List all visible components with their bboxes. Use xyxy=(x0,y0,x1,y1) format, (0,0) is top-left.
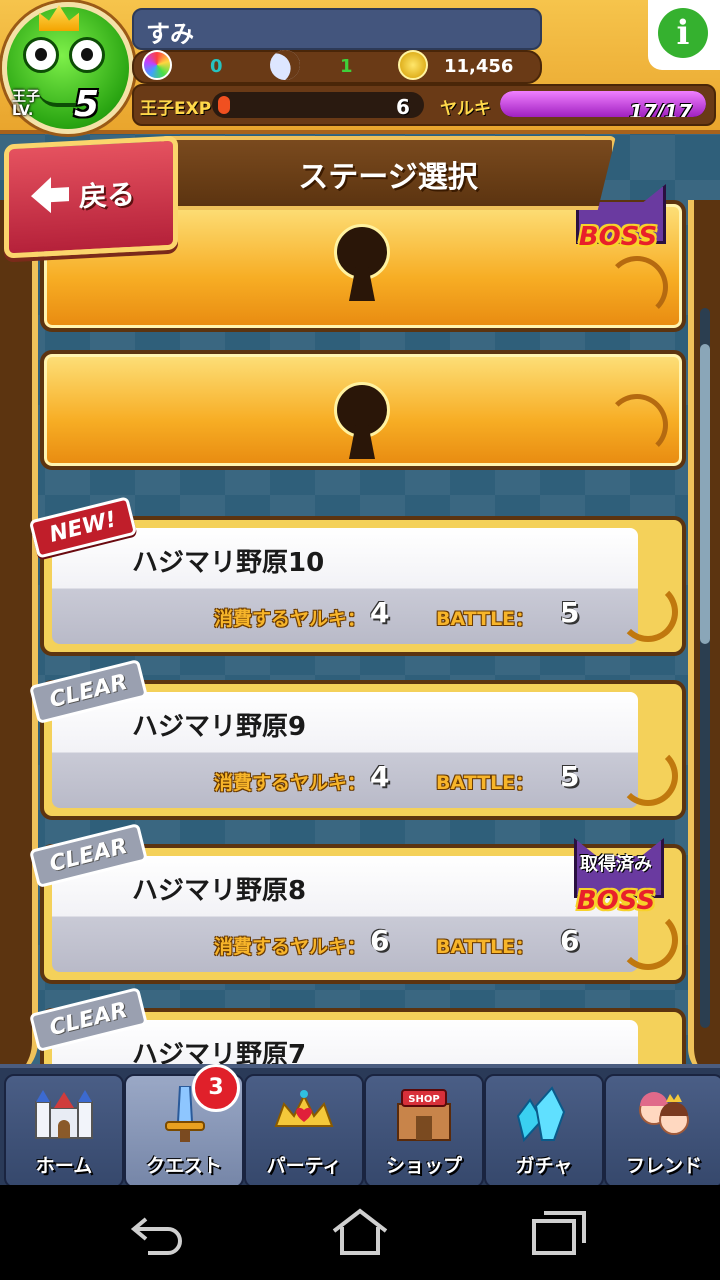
nav-gacha[interactable]: ガチャ xyxy=(484,1074,604,1185)
boss-obtained-badge: 取得済み BOSS xyxy=(562,838,670,922)
moon-count: 1 xyxy=(340,56,353,77)
rainbow-gem-count: 0 xyxy=(210,56,223,77)
cost-label: 消費するヤルキ： xyxy=(214,608,367,630)
crown-icon xyxy=(39,5,79,31)
keyhole-icon xyxy=(334,382,390,438)
cost-value: 6 xyxy=(370,924,390,957)
yaruki-track: 17/17 xyxy=(500,91,706,117)
exp-track xyxy=(212,92,424,118)
arrow-left-icon xyxy=(31,177,51,215)
ornament-swirl xyxy=(606,394,668,456)
nav-party[interactable]: パーティ xyxy=(244,1074,364,1185)
battle-label: BATTLE： xyxy=(436,608,535,630)
boss-obtained-label: 取得済み xyxy=(580,854,652,875)
info-button[interactable]: i xyxy=(648,0,720,70)
player-name-bar: すみ xyxy=(132,8,542,50)
scrollbar[interactable] xyxy=(700,308,710,1028)
boss-word: BOSS xyxy=(576,886,656,916)
locked-stage[interactable] xyxy=(40,350,686,470)
rainbow-gem-icon xyxy=(142,50,172,80)
recents-icon[interactable] xyxy=(528,1207,592,1257)
stage-name: ハジマリ野原8 xyxy=(132,876,307,906)
back-icon[interactable] xyxy=(128,1207,192,1257)
nav-friend-label: フレンド xyxy=(625,1155,702,1177)
nav-shop[interactable]: SHOP ショップ xyxy=(364,1074,484,1185)
info-icon: i xyxy=(658,8,708,58)
nav-shop-label: ショップ xyxy=(385,1155,462,1177)
yaruki-label: ヤルキ xyxy=(440,99,491,119)
shop-icon: SHOP xyxy=(397,1089,451,1141)
quest-badge: 3 xyxy=(192,1064,240,1112)
level-display: 王子 LV. 5 xyxy=(4,84,108,125)
stage-item[interactable]: ハジマリ野原10 消費するヤルキ： 4 BATTLE： 5 NEW! xyxy=(28,496,686,656)
exp-value: 6 xyxy=(396,95,410,119)
exp-yaruki-bar: 王子EXP 6 ヤルキ 17/17 xyxy=(132,84,716,126)
cost-label: 消費するヤルキ： xyxy=(214,772,367,794)
boss-word: BOSS xyxy=(578,222,658,252)
battle-label: BATTLE： xyxy=(436,936,535,958)
friends-icon xyxy=(639,1092,689,1135)
battle-value: 5 xyxy=(560,760,580,793)
level-value: 5 xyxy=(74,84,100,125)
frog-eye-right xyxy=(69,37,105,73)
nav-home-label: ホーム xyxy=(35,1155,93,1177)
nav-quest[interactable]: 3 クエスト xyxy=(124,1064,244,1185)
cost-value: 4 xyxy=(370,760,390,793)
stage-item[interactable]: ハジマリ野原9 消費するヤルキ： 4 BATTLE： 5 CLEAR xyxy=(28,658,686,820)
stage-name: ハジマリ野原9 xyxy=(132,712,307,742)
player-name: すみ xyxy=(146,20,194,48)
back-label: 戻る xyxy=(79,177,136,214)
nav-home[interactable]: ホーム xyxy=(4,1074,124,1185)
coin-count: 11,456 xyxy=(444,56,514,77)
exp-fill xyxy=(218,96,230,114)
tiara-icon xyxy=(274,1090,334,1127)
level-label: 王子 LV. xyxy=(12,89,40,119)
stage-item[interactable]: ハジマリ野原8 消費するヤルキ： 6 BATTLE： 6 CLEAR 取得済み … xyxy=(28,822,686,984)
battle-label: BATTLE： xyxy=(436,772,535,794)
crystal-icon xyxy=(516,1086,566,1143)
coin-icon xyxy=(398,50,428,80)
scrollbar-thumb[interactable] xyxy=(700,344,710,644)
nav-party-label: パーティ xyxy=(266,1155,342,1177)
nav-friend[interactable]: フレンド xyxy=(604,1074,720,1185)
system-nav-bar xyxy=(0,1185,720,1280)
nav-gacha-label: ガチャ xyxy=(515,1155,573,1177)
castle-icon xyxy=(35,1090,93,1139)
stage-name: ハジマリ野原10 xyxy=(132,548,325,578)
cost-value: 4 xyxy=(370,596,390,629)
ornament-swirl xyxy=(618,582,678,642)
page-title: ステージ選択 xyxy=(298,160,478,195)
moon-icon xyxy=(265,45,305,85)
page-title-bar: ステージ選択 xyxy=(160,136,616,210)
ornament-swirl xyxy=(618,746,678,806)
nav-quest-label: クエスト xyxy=(145,1155,222,1177)
shop-sign: SHOP xyxy=(408,1094,439,1105)
back-button[interactable]: 戻る xyxy=(4,135,178,259)
bottom-nav: ホーム 3 クエスト パーティ SHOP ショップ ガチャ フレンド xyxy=(0,1064,720,1185)
frame-left xyxy=(0,200,38,1080)
home-icon[interactable] xyxy=(328,1207,392,1257)
keyhole-icon xyxy=(334,224,390,280)
cost-label: 消費するヤルキ： xyxy=(214,936,367,958)
status-header: 王子 LV. 5 すみ 0 1 11,456 王子EXP 6 ヤルキ 17/17 xyxy=(0,0,720,134)
resource-bar: 0 1 11,456 xyxy=(132,45,542,85)
yaruki-value: 17/17 xyxy=(629,100,692,117)
app-screen: 王子 LV. 5 すみ 0 1 11,456 王子EXP 6 ヤルキ 17/17 xyxy=(0,0,720,1185)
battle-value: 6 xyxy=(560,924,580,957)
frog-eye-left xyxy=(23,37,59,73)
battle-value: 5 xyxy=(560,596,580,629)
exp-label: 王子EXP xyxy=(140,99,212,119)
